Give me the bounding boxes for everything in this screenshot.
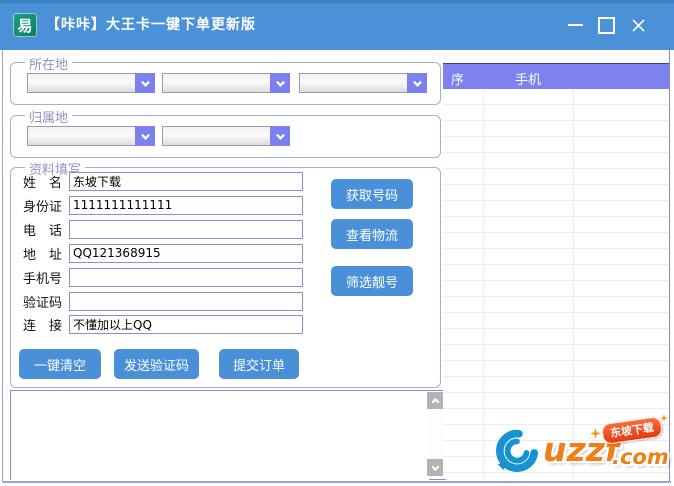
idcard-label: 身份证	[23, 199, 63, 215]
contact-input[interactable]	[69, 314, 303, 334]
minimize-button[interactable]	[561, 11, 589, 39]
chevron-down-icon[interactable]	[270, 73, 290, 93]
chevron-down-icon	[431, 465, 440, 471]
submit-order-button[interactable]: 提交订单	[219, 349, 299, 379]
captcha-label: 验证码	[23, 295, 63, 311]
telephone-input[interactable]	[69, 219, 303, 239]
chevron-down-icon[interactable]	[407, 73, 427, 93]
telephone-field-row: 电 话	[23, 219, 303, 239]
address-field-row: 地 址	[23, 243, 303, 263]
location-city-dropdown[interactable]	[162, 73, 290, 93]
idcard-field-row: 身份证	[23, 195, 303, 215]
telephone-label: 电 话	[23, 223, 63, 239]
captcha-field-row: 验证码	[23, 291, 303, 311]
name-field-row: 姓 名	[23, 171, 303, 191]
sparkle-icon	[590, 428, 601, 439]
close-icon	[631, 18, 645, 32]
table-header-seq: 序	[451, 73, 465, 88]
get-number-button[interactable]: 获取号码	[331, 179, 413, 209]
mobile-field-row: 手机号	[23, 267, 303, 287]
home-city-value	[162, 126, 270, 146]
watermark-logo: uzzf .com 东坡下载	[486, 414, 672, 480]
maximize-icon	[597, 16, 615, 34]
location-district-dropdown[interactable]	[299, 73, 427, 93]
chevron-down-icon[interactable]	[270, 126, 290, 146]
chevron-down-icon[interactable]	[135, 73, 155, 93]
group-home-location: 归属地	[10, 107, 441, 158]
group-profile: 资料填写 姓 名 身份证 电 话 地 址 手机号 验证码 连 接	[10, 159, 441, 388]
address-label: 地 址	[23, 247, 63, 263]
watermark-badge: 东坡下载	[600, 415, 664, 446]
filter-numbers-button[interactable]: 筛选靓号	[331, 266, 413, 296]
contact-label: 连 接	[23, 318, 63, 334]
close-button[interactable]	[624, 11, 652, 39]
clear-all-button[interactable]: 一键清空	[19, 349, 101, 379]
location-district-value	[299, 73, 407, 93]
name-input[interactable]	[69, 171, 303, 191]
window-border-left	[2, 50, 3, 482]
table-header-phone: 手机	[515, 73, 542, 88]
mobile-input[interactable]	[69, 267, 303, 287]
home-province-dropdown[interactable]	[27, 126, 155, 146]
sparkle-icon	[660, 414, 668, 422]
window-border-bottom	[3, 481, 671, 483]
chevron-down-icon[interactable]	[135, 126, 155, 146]
group-location: 所在地	[10, 54, 441, 105]
location-province-value	[27, 73, 135, 93]
log-panel	[10, 390, 446, 481]
table-column-divider	[483, 89, 484, 479]
watermark-text-suffix: .com	[612, 445, 669, 469]
group-location-label: 所在地	[25, 54, 73, 73]
scrollbar-down-button[interactable]	[427, 459, 444, 476]
contact-field-row: 连 接	[23, 314, 303, 334]
idcard-input[interactable]	[69, 195, 303, 215]
table-header: 序 手机	[443, 63, 669, 90]
captcha-input[interactable]	[69, 291, 303, 311]
group-home-label: 归属地	[25, 107, 73, 126]
scrollbar-up-button[interactable]	[427, 392, 444, 409]
maximize-button[interactable]	[592, 11, 620, 39]
check-logistics-button[interactable]: 查看物流	[331, 219, 413, 249]
address-input[interactable]	[69, 243, 303, 263]
app-icon: 易	[13, 13, 37, 37]
app-icon-glyph: 易	[17, 16, 33, 35]
minimize-icon	[567, 24, 583, 26]
chevron-up-icon	[431, 397, 440, 403]
window-title: 【咔咔】大王卡一键下单更新版	[46, 17, 256, 33]
home-city-dropdown[interactable]	[162, 126, 290, 146]
app-window: 易 【咔咔】大王卡一键下单更新版 所在地 归属地 资料填写 姓 名 东坡下载 身…	[0, 0, 674, 486]
name-label: 姓 名	[23, 175, 63, 191]
location-province-dropdown[interactable]	[27, 73, 155, 93]
log-textarea[interactable]	[11, 391, 429, 481]
mobile-label: 手机号	[23, 271, 63, 287]
titlebar: 易 【咔咔】大王卡一键下单更新版	[0, 0, 674, 50]
location-city-value	[162, 73, 270, 93]
send-code-button[interactable]: 发送验证码	[114, 349, 199, 379]
home-province-value	[27, 126, 135, 146]
swirl-icon	[496, 429, 539, 472]
scrollbar-track[interactable]	[427, 392, 444, 476]
